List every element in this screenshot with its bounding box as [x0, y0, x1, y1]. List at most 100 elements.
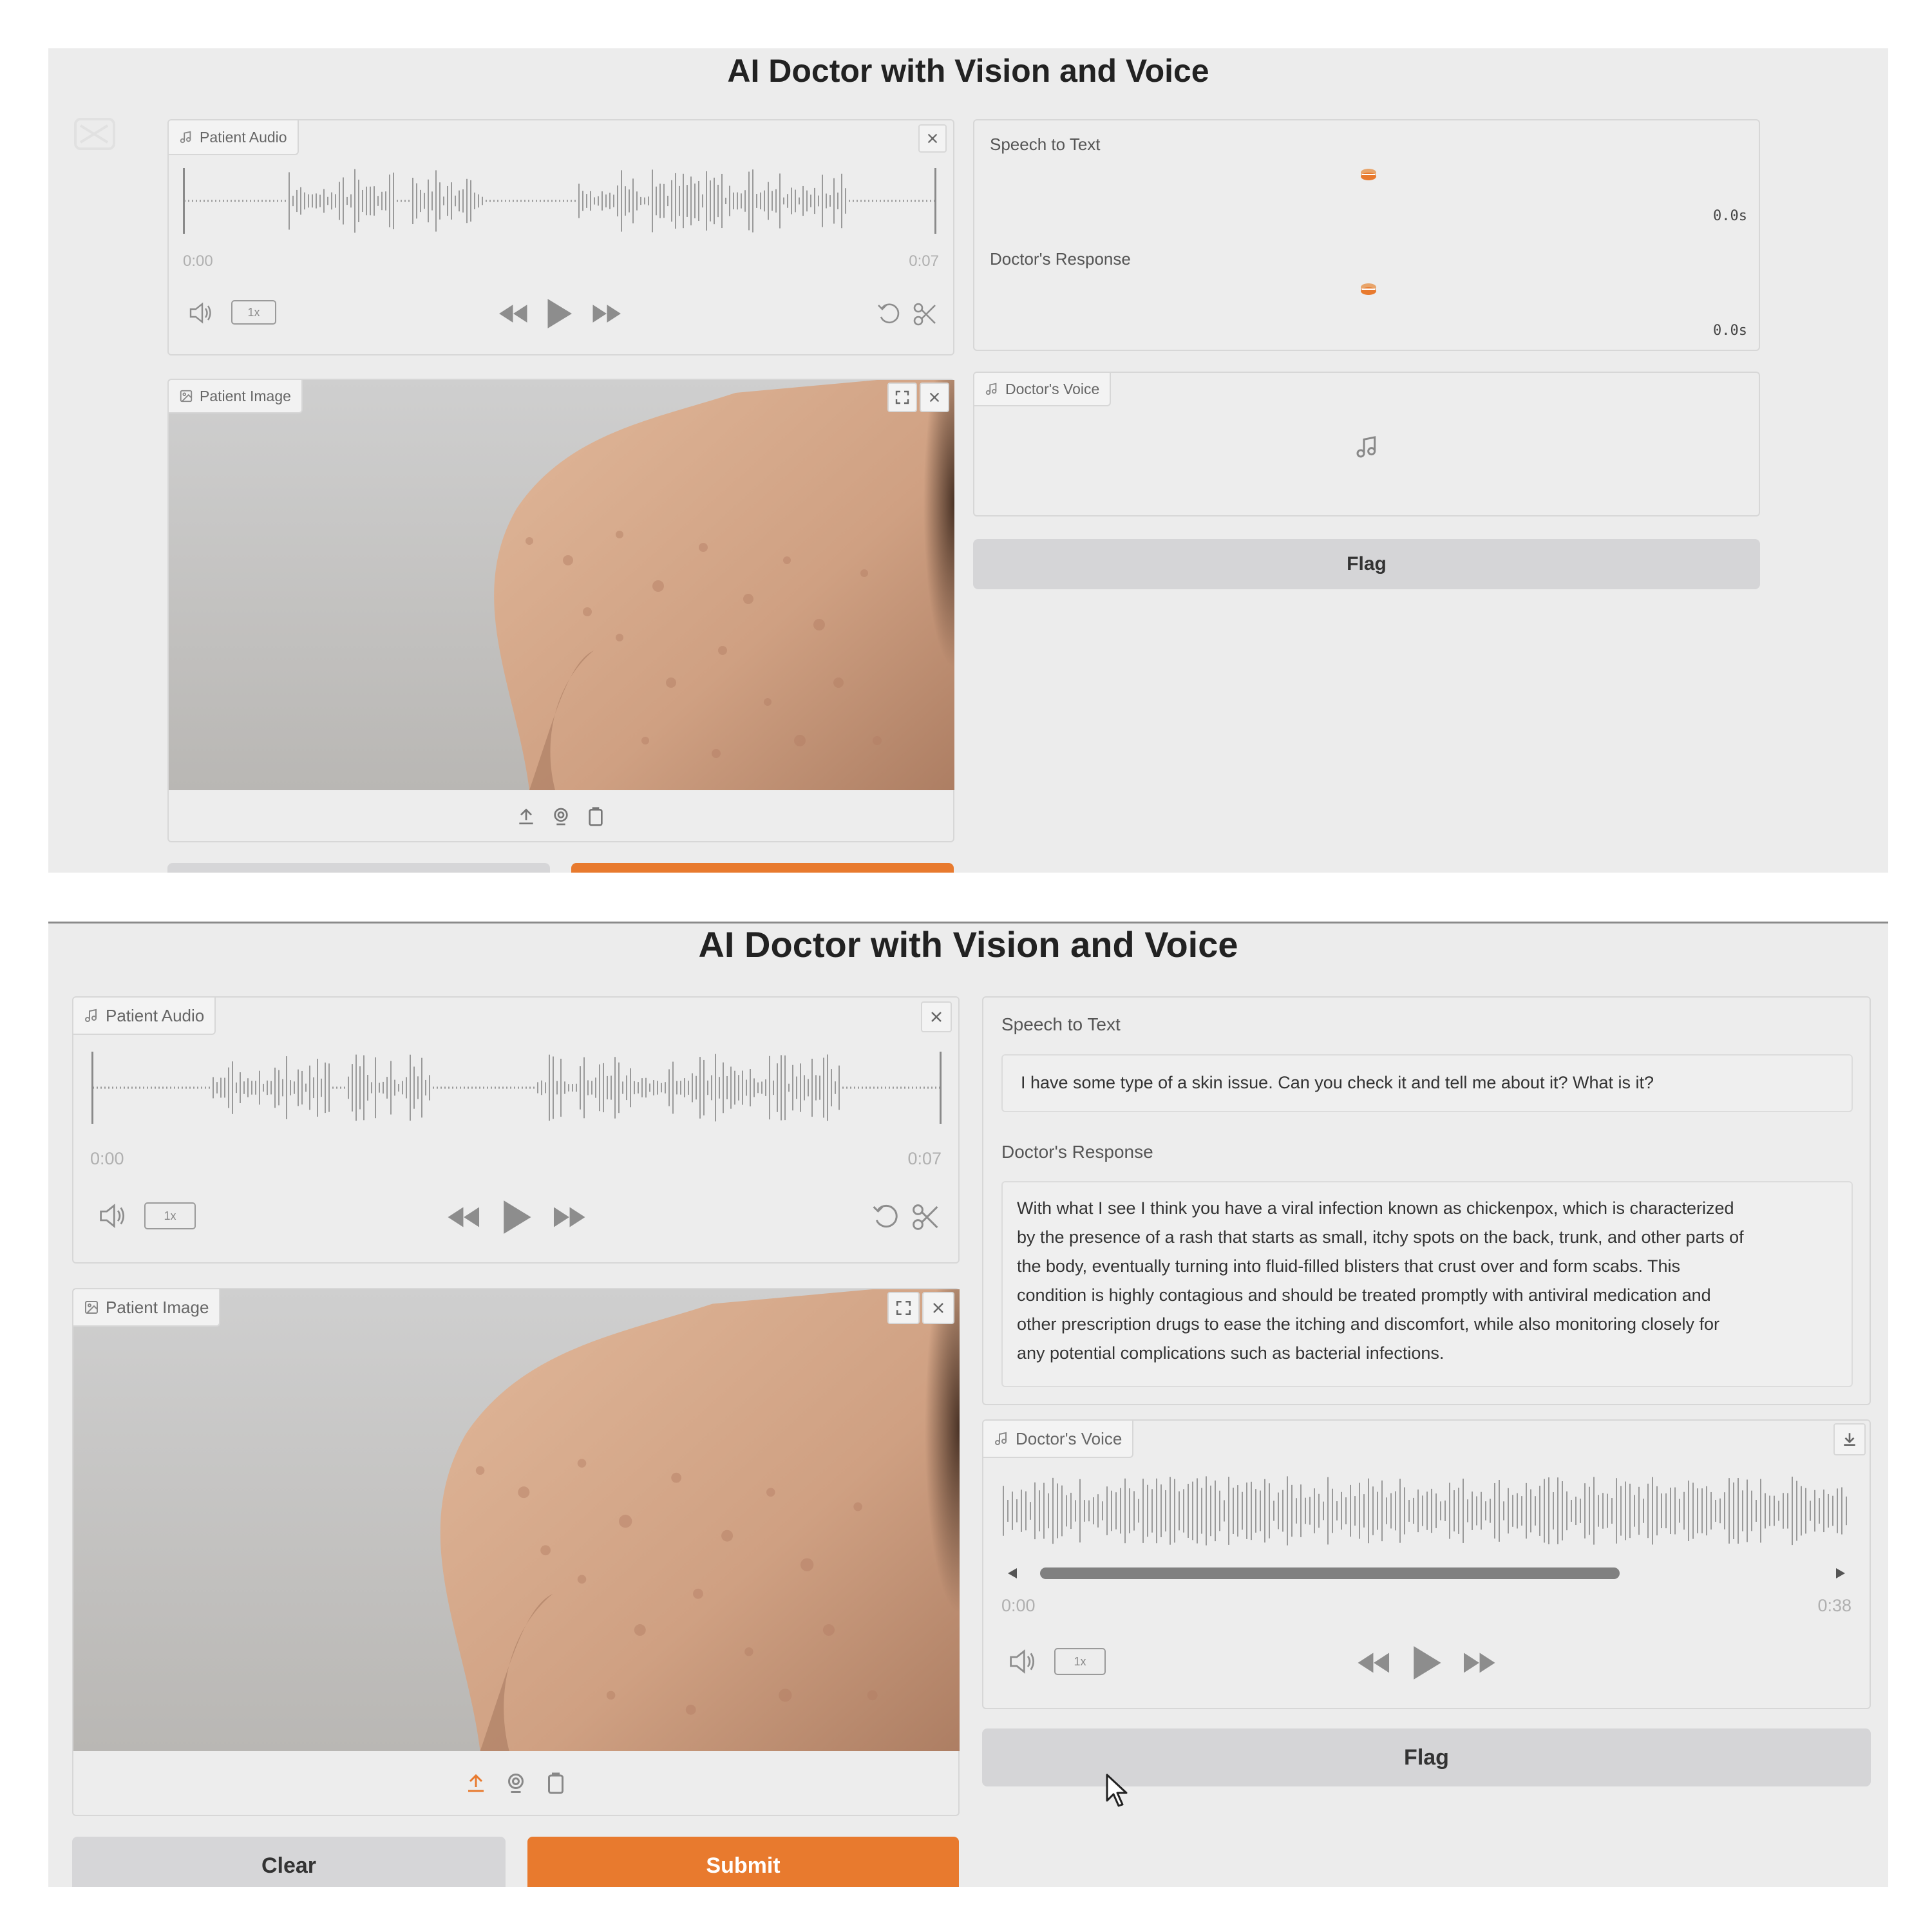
play-icon[interactable] [544, 298, 574, 330]
waveform-bar [819, 1075, 820, 1100]
waveform-bar [605, 194, 607, 208]
waveform-bar [645, 1077, 647, 1098]
fast-forward-icon[interactable] [591, 303, 623, 325]
close-image-button[interactable] [922, 1292, 954, 1324]
waveform-bar [629, 189, 630, 213]
scrollbar-thumb[interactable] [1040, 1567, 1620, 1579]
waveform-bar [1580, 1499, 1581, 1523]
clear-button[interactable]: Clear [72, 1837, 506, 1887]
waveform-bar [1426, 1492, 1428, 1530]
waveform-bar [641, 1078, 643, 1097]
waveform-boundary[interactable] [934, 168, 936, 234]
upload-icon[interactable] [464, 1772, 488, 1795]
clipboard-icon[interactable] [544, 1772, 567, 1795]
rewind-icon[interactable] [1356, 1651, 1392, 1675]
waveform-bar [904, 1086, 905, 1089]
playback-speed-button[interactable]: 1x [144, 1202, 196, 1229]
volume-icon[interactable] [1008, 1648, 1037, 1675]
waveform-bar [1070, 1492, 1072, 1530]
patient-audio-waveform[interactable] [91, 1049, 942, 1126]
rewind-icon[interactable] [446, 1205, 482, 1229]
volume-icon[interactable] [98, 1202, 128, 1229]
waveform-bar [429, 1075, 430, 1101]
waveform-bar [1841, 1487, 1842, 1535]
webcam-icon[interactable] [504, 1772, 527, 1795]
waveform-bar [1593, 1477, 1595, 1545]
fullscreen-button[interactable] [887, 1292, 920, 1324]
submit-button-partial[interactable] [571, 863, 954, 873]
waveform-bar [578, 184, 580, 218]
waveform-bar [873, 1086, 875, 1089]
waveform-bar [489, 200, 491, 202]
waveform-boundary[interactable] [183, 168, 185, 234]
waveform-bar [1846, 1496, 1847, 1526]
close-audio-button[interactable] [921, 1001, 952, 1032]
playback-speed-button[interactable]: 1x [1054, 1648, 1106, 1675]
download-button[interactable] [1833, 1423, 1866, 1455]
patient-image-label: Patient Image [200, 387, 291, 404]
waveform-bar [911, 200, 912, 202]
top-app-panel: AI Doctor with Vision and Voice Patient … [48, 48, 1888, 873]
undo-icon[interactable] [876, 301, 902, 327]
rewind-icon[interactable] [497, 303, 529, 325]
undo-icon[interactable] [871, 1202, 900, 1232]
waveform-boundary[interactable] [91, 1052, 93, 1124]
waveform-bar [723, 1062, 724, 1113]
doctors-response-output[interactable]: With what I see I think you have a viral… [1001, 1181, 1853, 1387]
waveform-bar [560, 1058, 562, 1117]
upload-icon[interactable] [516, 806, 536, 827]
waveform-bar [448, 1086, 450, 1089]
close-icon [927, 133, 938, 144]
waveform-bar [238, 200, 240, 202]
patient-audio-waveform[interactable] [183, 166, 936, 236]
music-note-icon [180, 131, 191, 144]
waveform-bar [667, 195, 668, 207]
waveform-bar [100, 1086, 102, 1089]
waveform-bar [1332, 1488, 1333, 1533]
waveform-boundary[interactable] [940, 1052, 942, 1124]
waveform-bar [313, 1077, 314, 1099]
fullscreen-button[interactable] [887, 383, 917, 412]
flag-button[interactable]: Flag [973, 539, 1760, 589]
waveform-bar [891, 200, 893, 202]
volume-icon[interactable] [188, 301, 214, 325]
webcam-icon[interactable] [551, 806, 571, 827]
waveform-bar [1097, 1494, 1099, 1528]
fast-forward-icon[interactable] [1461, 1651, 1497, 1675]
waveform-bar [174, 1086, 175, 1089]
doctors-voice-waveform[interactable] [1001, 1472, 1852, 1549]
play-icon[interactable] [500, 1198, 533, 1236]
scissors-icon[interactable] [911, 1202, 940, 1232]
clear-button-partial[interactable] [167, 863, 550, 873]
waveform-bar [428, 179, 429, 223]
waveform-bar [572, 1084, 573, 1092]
doctors-voice-label: Doctor's Voice [1005, 380, 1100, 397]
close-audio-button[interactable] [918, 124, 947, 153]
close-image-button[interactable] [920, 383, 949, 412]
waveform-bar [200, 200, 201, 202]
waveform-bar [1399, 1479, 1401, 1543]
waveform-bar [532, 200, 533, 202]
waveform-bar [725, 197, 726, 205]
scroll-left-icon[interactable] [1007, 1567, 1018, 1580]
waveform-bar [1647, 1483, 1649, 1539]
response-line: condition is highly contagious and shoul… [1017, 1285, 1711, 1305]
waveform-bar [397, 200, 398, 202]
clipboard-icon[interactable] [585, 806, 606, 827]
speech-to-text-output[interactable]: I have some type of a skin issue. Can yo… [1001, 1054, 1853, 1112]
waveform-bar [1819, 1498, 1820, 1524]
doctors-response-label: Doctor's Response [990, 249, 1131, 269]
scissors-icon[interactable] [912, 301, 938, 327]
waveform-bar [131, 1086, 133, 1089]
waveform-bar [367, 1075, 368, 1101]
waveform-bar [220, 1077, 222, 1098]
submit-button[interactable]: Submit [527, 1837, 959, 1887]
waveform-bar [1192, 1481, 1193, 1540]
play-icon[interactable] [1410, 1644, 1443, 1681]
fast-forward-icon[interactable] [551, 1205, 587, 1229]
waveform-bar [464, 1086, 465, 1089]
scroll-right-icon[interactable] [1835, 1567, 1846, 1580]
waveform-bar [544, 200, 545, 202]
playback-speed-button[interactable]: 1x [231, 300, 276, 325]
waveform-scrollbar[interactable] [1001, 1564, 1852, 1583]
